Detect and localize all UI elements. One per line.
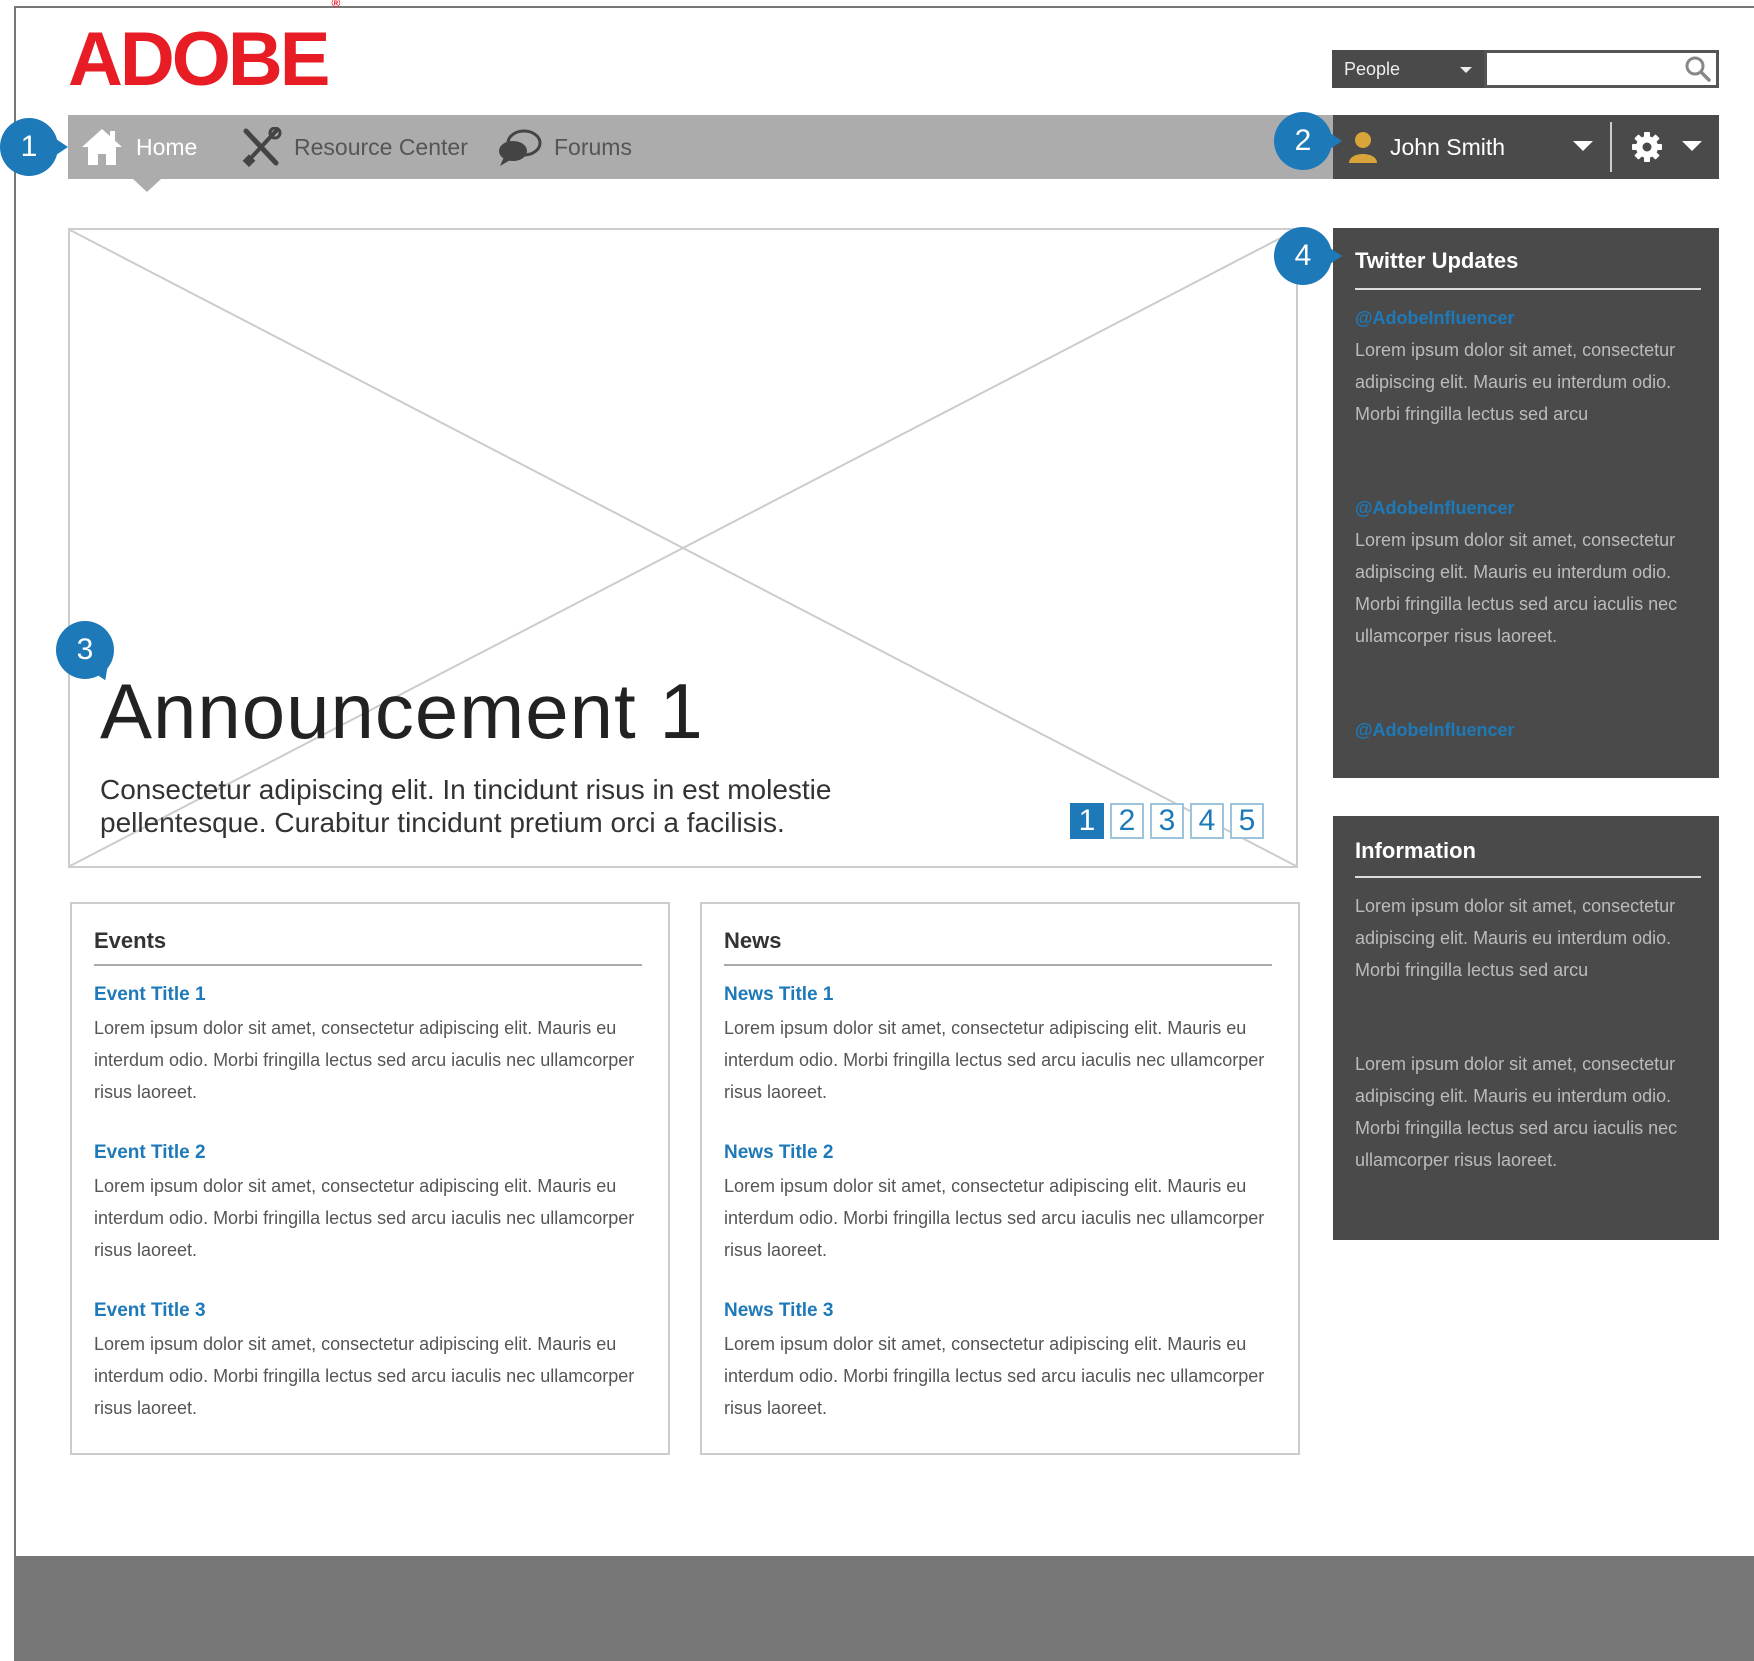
information-paragraph: Lorem ipsum dolor sit amet, consectetur … (1355, 1054, 1678, 1170)
active-nav-indicator (133, 179, 161, 192)
tools-icon (242, 127, 282, 167)
twitter-heading: Twitter Updates (1355, 248, 1519, 273)
annotation-marker-1: 1 (0, 118, 58, 176)
nav-item-resource-center[interactable]: Resource Center (242, 115, 468, 179)
news-body: Lorem ipsum dolor sit amet, consectetur … (724, 1176, 1265, 1260)
page-button-4[interactable]: 4 (1190, 803, 1224, 839)
page-button-3[interactable]: 3 (1150, 803, 1184, 839)
news-heading: News (724, 928, 782, 953)
tweet: @AdobeInfluencer (1355, 714, 1701, 746)
user-menu-button[interactable]: John Smith (1390, 115, 1505, 179)
page-frame-top (14, 6, 1754, 8)
event-title-link[interactable]: Event Title 3 (94, 1300, 649, 1322)
events-panel: Events Event Title 1 Lorem ipsum dolor s… (70, 902, 670, 1455)
chevron-down-icon[interactable] (1573, 141, 1593, 151)
nav-item-forums[interactable]: Forums (496, 115, 632, 179)
event-body: Lorem ipsum dolor sit amet, consectetur … (94, 1018, 635, 1102)
adobe-logo[interactable]: ADOBE® (68, 0, 340, 98)
divider (724, 964, 1272, 966)
annotation-marker-4: 4 (1274, 227, 1332, 285)
twitter-panel: Twitter Updates @AdobeInfluencer Lorem i… (1333, 228, 1719, 778)
tweet-handle-link[interactable]: @AdobeInfluencer (1355, 492, 1701, 524)
nav-label-forums: Forums (554, 133, 632, 160)
page-button-1[interactable]: 1 (1070, 803, 1104, 839)
nav-label-home: Home (136, 133, 198, 160)
tweet-text: Lorem ipsum dolor sit amet, consectetur … (1355, 340, 1676, 424)
page-button-5[interactable]: 5 (1230, 803, 1264, 839)
divider (94, 964, 642, 966)
search-input[interactable] (1484, 50, 1719, 88)
event-body: Lorem ipsum dolor sit amet, consectetur … (94, 1334, 635, 1418)
tweet-text: Lorem ipsum dolor sit amet, consectetur … (1355, 530, 1678, 646)
event-title-link[interactable]: Event Title 2 (94, 1142, 649, 1164)
user-name: John Smith (1390, 133, 1506, 160)
news-title-link[interactable]: News Title 1 (724, 984, 1279, 1006)
gear-icon[interactable] (1631, 131, 1663, 163)
page-footer (14, 1556, 1754, 1661)
tweet-handle-link[interactable]: @AdobeInfluencer (1355, 714, 1701, 746)
hero-title: Announcement 1 (100, 667, 704, 755)
events-heading: Events (94, 928, 167, 953)
list-item: Event Title 1 Lorem ipsum dolor sit amet… (94, 984, 649, 1108)
search-scope-label: People (1344, 58, 1401, 79)
divider (1355, 876, 1701, 878)
page-button-2[interactable]: 2 (1110, 803, 1144, 839)
information-heading: Information (1355, 838, 1476, 863)
carousel-pager: 1 2 3 4 5 (1070, 803, 1270, 839)
tweet-handle-link[interactable]: @AdobeInfluencer (1355, 302, 1701, 334)
divider (1355, 288, 1701, 290)
annotation-pointer (56, 139, 68, 155)
page-frame-left (14, 6, 16, 1661)
image-placeholder (70, 230, 1296, 866)
information-paragraph: Lorem ipsum dolor sit amet, consectetur … (1355, 896, 1676, 980)
tweet: @AdobeInfluencer Lorem ipsum dolor sit a… (1355, 302, 1701, 430)
list-item: Event Title 3 Lorem ipsum dolor sit amet… (94, 1300, 649, 1424)
nav-label-resource-center: Resource Center (294, 133, 468, 160)
annotation-marker-2: 2 (1274, 112, 1332, 170)
menu-divider (1610, 122, 1612, 172)
event-title-link[interactable]: Event Title 1 (94, 984, 649, 1006)
list-item: Event Title 2 Lorem ipsum dolor sit amet… (94, 1142, 649, 1266)
user-icon (1349, 132, 1377, 163)
chevron-down-icon (1460, 67, 1472, 73)
news-body: Lorem ipsum dolor sit amet, consectetur … (724, 1018, 1265, 1102)
list-item: News Title 1 Lorem ipsum dolor sit amet,… (724, 984, 1279, 1108)
news-body: Lorem ipsum dolor sit amet, consectetur … (724, 1334, 1265, 1418)
list-item: News Title 2 Lorem ipsum dolor sit amet,… (724, 1142, 1279, 1266)
chat-bubbles-icon (499, 129, 542, 166)
hero-description: Consectetur adipiscing elit. In tincidun… (100, 774, 832, 838)
annotation-pointer (1330, 248, 1342, 264)
news-title-link[interactable]: News Title 2 (724, 1142, 1279, 1164)
list-item: News Title 3 Lorem ipsum dolor sit amet,… (724, 1300, 1279, 1424)
news-title-link[interactable]: News Title 3 (724, 1300, 1279, 1322)
home-icon (82, 129, 122, 165)
tweet: @AdobeInfluencer Lorem ipsum dolor sit a… (1355, 492, 1701, 652)
nav-item-home[interactable]: Home (80, 115, 197, 179)
news-panel: News News Title 1 Lorem ipsum dolor sit … (700, 902, 1300, 1455)
event-body: Lorem ipsum dolor sit amet, consectetur … (94, 1176, 635, 1260)
chevron-down-icon[interactable] (1682, 141, 1702, 151)
annotation-pointer (1330, 133, 1342, 149)
search-icon[interactable] (1685, 56, 1711, 82)
information-panel: Information Lorem ipsum dolor sit amet, … (1333, 816, 1719, 1240)
hero-carousel[interactable] (68, 228, 1298, 868)
search-scope-select[interactable]: People (1332, 50, 1484, 88)
